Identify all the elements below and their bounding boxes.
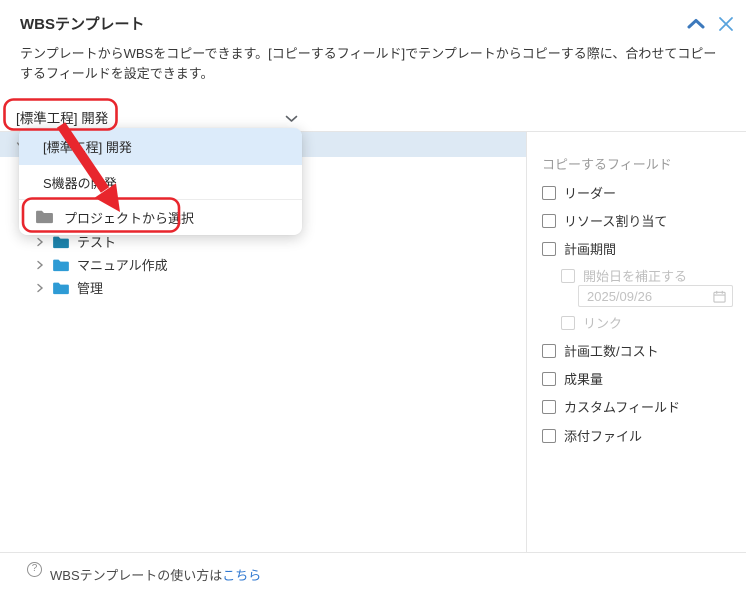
folder-icon [52, 235, 70, 249]
dialog-title: WBSテンプレート [20, 13, 145, 34]
help-text-label: WBSテンプレートの使い方は [50, 568, 222, 583]
wbs-template-dialog: WBSテンプレート テンプレートからWBSをコピーできます。[コピーするフィール… [0, 0, 746, 597]
dropdown-option-label: プロジェクトから選択 [64, 208, 194, 227]
checkbox [561, 316, 575, 330]
template-select-value: [標準工程] 開発 [16, 107, 108, 127]
checkbox-row-attachment[interactable]: 添付ファイル [542, 426, 642, 445]
checkbox[interactable] [542, 344, 556, 358]
close-icon [716, 21, 736, 38]
start-date-input: 2025/09/26 [578, 285, 733, 307]
copy-fields-heading: コピーするフィールド [542, 154, 672, 173]
dropdown-option-standard-process[interactable]: [標準工程] 開発 [19, 128, 302, 165]
chevron-right-icon[interactable] [36, 260, 45, 269]
dropdown-option-label: S機器の開発 [43, 173, 117, 192]
tree-row-manual[interactable]: マニュアル作成 [0, 253, 526, 276]
dropdown-option-s-device[interactable]: S機器の開発 [19, 165, 302, 200]
close-button[interactable] [716, 14, 736, 34]
checkbox-label: 計画期間 [564, 239, 616, 258]
footer-divider [0, 552, 746, 553]
checkbox-row-leader[interactable]: リーダー [542, 183, 616, 202]
checkbox [561, 269, 575, 283]
checkbox-label: 成果量 [564, 369, 603, 388]
checkbox-label: リンク [583, 313, 622, 332]
checkbox-label: リーダー [564, 183, 616, 202]
checkbox[interactable] [542, 214, 556, 228]
checkbox-label: カスタムフィールド [564, 397, 680, 416]
dialog-description: テンプレートからWBSをコピーできます。[コピーするフィールド]でテンプレートか… [20, 44, 728, 84]
folder-icon [35, 209, 54, 227]
template-select[interactable]: [標準工程] 開発 [16, 101, 300, 131]
checkbox-row-deliverable[interactable]: 成果量 [542, 369, 603, 388]
checkbox[interactable] [542, 186, 556, 200]
checkbox-row-plan-cost[interactable]: 計画工数/コスト [542, 341, 659, 360]
collapse-button[interactable] [686, 16, 706, 32]
checkbox-row-custom-field[interactable]: カスタムフィールド [542, 397, 680, 416]
checkbox[interactable] [542, 429, 556, 443]
tree-item-label: マニュアル作成 [77, 255, 168, 274]
calendar-icon [713, 290, 726, 303]
chevron-right-icon[interactable] [36, 237, 45, 246]
chevron-up-icon [686, 19, 706, 36]
checkbox-label: リソース割り当て [564, 211, 667, 230]
checkbox-row-link: リンク [561, 313, 622, 332]
checkbox-label: 添付ファイル [564, 426, 642, 445]
dropdown-option-select-from-project[interactable]: プロジェクトから選択 [19, 200, 302, 235]
checkbox-label: 開始日を補正する [583, 266, 687, 285]
panel-divider [526, 131, 527, 552]
help-link[interactable]: こちら [222, 568, 261, 583]
checkbox-row-resource[interactable]: リソース割り当て [542, 211, 667, 230]
help-text: WBSテンプレートの使い方はこちら [50, 565, 261, 584]
chevron-down-icon [285, 110, 298, 128]
checkbox[interactable] [542, 242, 556, 256]
checkbox[interactable] [542, 400, 556, 414]
chevron-right-icon[interactable] [36, 283, 45, 292]
template-dropdown-menu: [標準工程] 開発 S機器の開発 プロジェクトから選択 [19, 128, 302, 235]
folder-icon [52, 281, 70, 295]
start-date-value: 2025/09/26 [587, 289, 713, 304]
dropdown-option-label: [標準工程] 開発 [43, 137, 132, 156]
tree-row-kanri[interactable]: 管理 [0, 276, 526, 299]
checkbox-label: 計画工数/コスト [564, 341, 659, 360]
checkbox-row-plan-period[interactable]: 計画期間 [542, 239, 616, 258]
tree-item-label: 管理 [77, 278, 103, 297]
checkbox-row-adjust-start-date: 開始日を補正する [561, 266, 687, 285]
checkbox[interactable] [542, 372, 556, 386]
help-icon: ? [27, 562, 42, 577]
folder-icon [52, 258, 70, 272]
